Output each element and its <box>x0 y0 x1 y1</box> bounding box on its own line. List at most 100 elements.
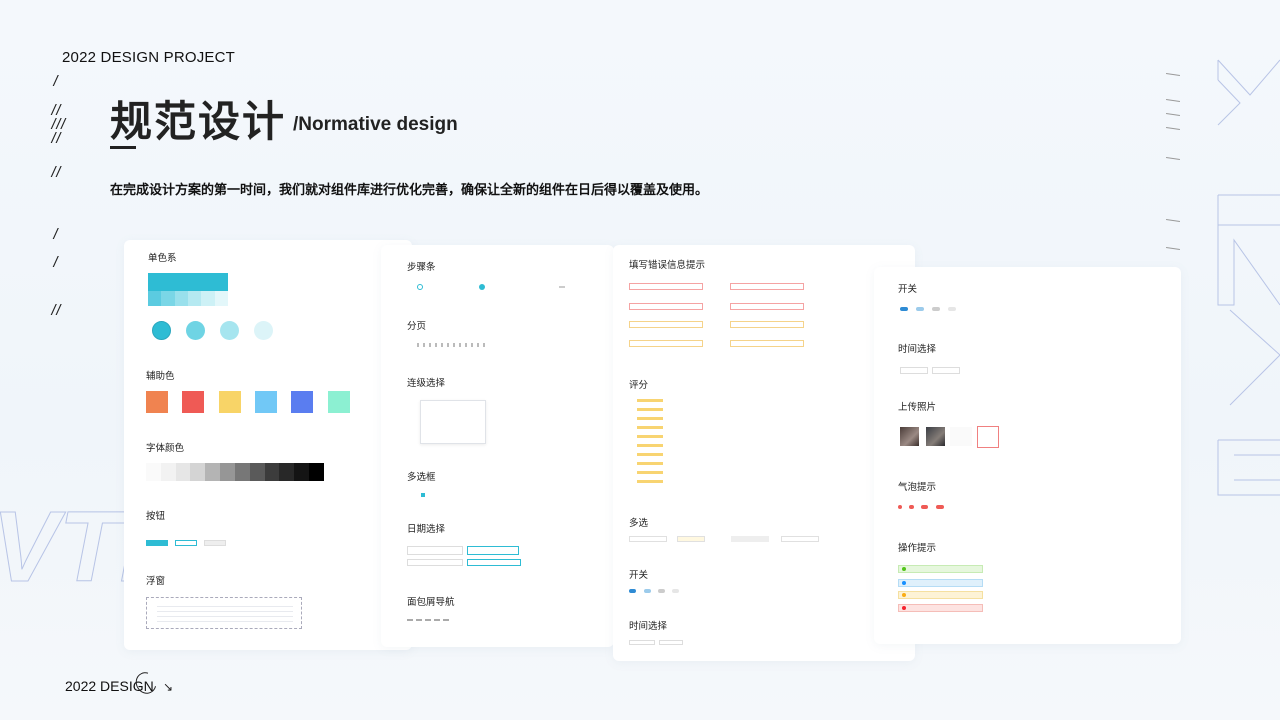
warning-input[interactable] <box>629 321 703 328</box>
cascader-sample[interactable] <box>420 400 486 444</box>
switch-on-light[interactable] <box>916 307 924 311</box>
bubble-badge <box>921 505 928 509</box>
dash-decoration <box>1165 113 1181 116</box>
page-title-en: /Normative design <box>293 114 458 135</box>
section-title-upload: 上传照片 <box>898 402 937 413</box>
switch-on[interactable] <box>900 307 908 311</box>
button-outline-sample[interactable] <box>175 540 197 546</box>
aux-swatch <box>255 391 277 413</box>
section-title-time-select: 时间选择 <box>898 344 937 355</box>
card-feedback: 开关 时间选择 上传照片 气泡提示 操作提示 <box>874 267 1181 644</box>
section-title-cascader: 连级选择 <box>407 378 446 389</box>
project-label: 2022 DESIGN PROJECT <box>62 49 236 66</box>
switch-off[interactable] <box>932 307 940 311</box>
section-title-button: 按钮 <box>146 511 166 522</box>
section-title-multi-select: 多选 <box>629 518 649 529</box>
error-input[interactable] <box>629 283 703 290</box>
switch-off-light[interactable] <box>672 589 679 593</box>
section-title-checkbox: 多选框 <box>407 472 436 483</box>
color-circle <box>186 321 205 340</box>
breadcrumb-sample[interactable] <box>407 619 451 621</box>
toast-error <box>898 604 983 612</box>
multi-select-input[interactable] <box>677 536 705 542</box>
page-title: 规范设计 <box>110 97 287 146</box>
bubble-badge <box>898 505 902 509</box>
toast-info <box>898 579 983 587</box>
slash-decoration: // <box>50 103 63 118</box>
dash-decoration <box>1165 127 1181 130</box>
primary-color-bar <box>148 273 228 291</box>
aux-swatch <box>182 391 204 413</box>
section-title-switch: 开关 <box>898 284 918 295</box>
error-input[interactable] <box>629 303 703 310</box>
slash-decoration: // <box>50 131 63 146</box>
section-title-single-color: 单色系 <box>148 253 177 264</box>
dash-decoration <box>1165 157 1181 160</box>
time-input[interactable] <box>932 367 960 374</box>
slash-decoration: /// <box>50 117 68 132</box>
section-title-steps: 步骤条 <box>407 262 436 273</box>
switch-off[interactable] <box>658 589 665 593</box>
switch-on-light[interactable] <box>644 589 651 593</box>
warning-input[interactable] <box>730 321 804 328</box>
dash-decoration <box>1165 99 1181 102</box>
time-input[interactable] <box>900 367 928 374</box>
card-colors: 单色系 辅助色 字体颜色 按钮 浮窗 <box>124 240 412 650</box>
primary-color-tints <box>148 291 228 306</box>
button-primary-sample[interactable] <box>146 540 168 546</box>
bubble-badge <box>936 505 944 509</box>
section-title-aux-color: 辅助色 <box>146 371 175 382</box>
card-navigation: 步骤条 分页 连级选择 多选框 日期选择 面包屑导航 <box>381 245 614 647</box>
date-range-input[interactable] <box>407 559 463 566</box>
bubble-badge <box>909 505 914 509</box>
outline-letters-decoration <box>1217 59 1280 496</box>
error-input[interactable] <box>730 303 804 310</box>
section-title-popover: 浮窗 <box>146 576 166 587</box>
warning-input[interactable] <box>629 340 703 347</box>
aux-swatch <box>146 391 168 413</box>
color-circle <box>152 321 171 340</box>
pagination-sample[interactable] <box>417 343 487 347</box>
date-input-active[interactable] <box>467 546 519 555</box>
time-input[interactable] <box>659 640 683 645</box>
upload-photo-thumbnail[interactable] <box>900 427 919 446</box>
date-range-input-active[interactable] <box>467 559 521 566</box>
upload-photo-thumbnail[interactable] <box>926 427 945 446</box>
section-title-breadcrumb: 面包屑导航 <box>407 597 455 608</box>
rating-sample[interactable] <box>637 399 663 489</box>
aux-swatch <box>219 391 241 413</box>
color-circle <box>254 321 273 340</box>
slash-decoration: / <box>52 227 60 242</box>
upload-progress <box>950 427 972 446</box>
warning-input[interactable] <box>730 340 804 347</box>
multi-select-input[interactable] <box>731 536 769 542</box>
font-color-strip <box>146 463 324 481</box>
toast-success <box>898 565 983 573</box>
upload-error[interactable] <box>977 426 999 448</box>
section-title-pagination: 分页 <box>407 321 427 332</box>
slash-decoration: / <box>52 74 60 89</box>
popover-sample <box>146 597 302 629</box>
dash-decoration <box>1165 73 1181 76</box>
slash-decoration: // <box>50 303 63 318</box>
button-disabled-sample[interactable] <box>204 540 226 546</box>
arrow-down-right-icon: ↘ <box>163 680 174 694</box>
switch-on[interactable] <box>629 589 636 593</box>
switch-off-light[interactable] <box>948 307 956 311</box>
aux-swatch <box>328 391 350 413</box>
error-input[interactable] <box>730 283 804 290</box>
section-title-font-color: 字体颜色 <box>146 443 185 454</box>
section-title-time-select: 时间选择 <box>629 621 668 632</box>
checkbox-checked[interactable] <box>421 493 425 497</box>
date-input[interactable] <box>407 546 463 555</box>
slash-decoration: / <box>52 255 60 270</box>
color-circle <box>220 321 239 340</box>
multi-select-input[interactable] <box>781 536 819 542</box>
time-input[interactable] <box>629 640 655 645</box>
section-title-date-select: 日期选择 <box>407 524 446 535</box>
multi-select-input[interactable] <box>629 536 667 542</box>
section-title-switch: 开关 <box>629 570 649 581</box>
slash-decoration: // <box>50 165 63 180</box>
steps-sample <box>417 284 567 290</box>
aux-swatch <box>291 391 313 413</box>
